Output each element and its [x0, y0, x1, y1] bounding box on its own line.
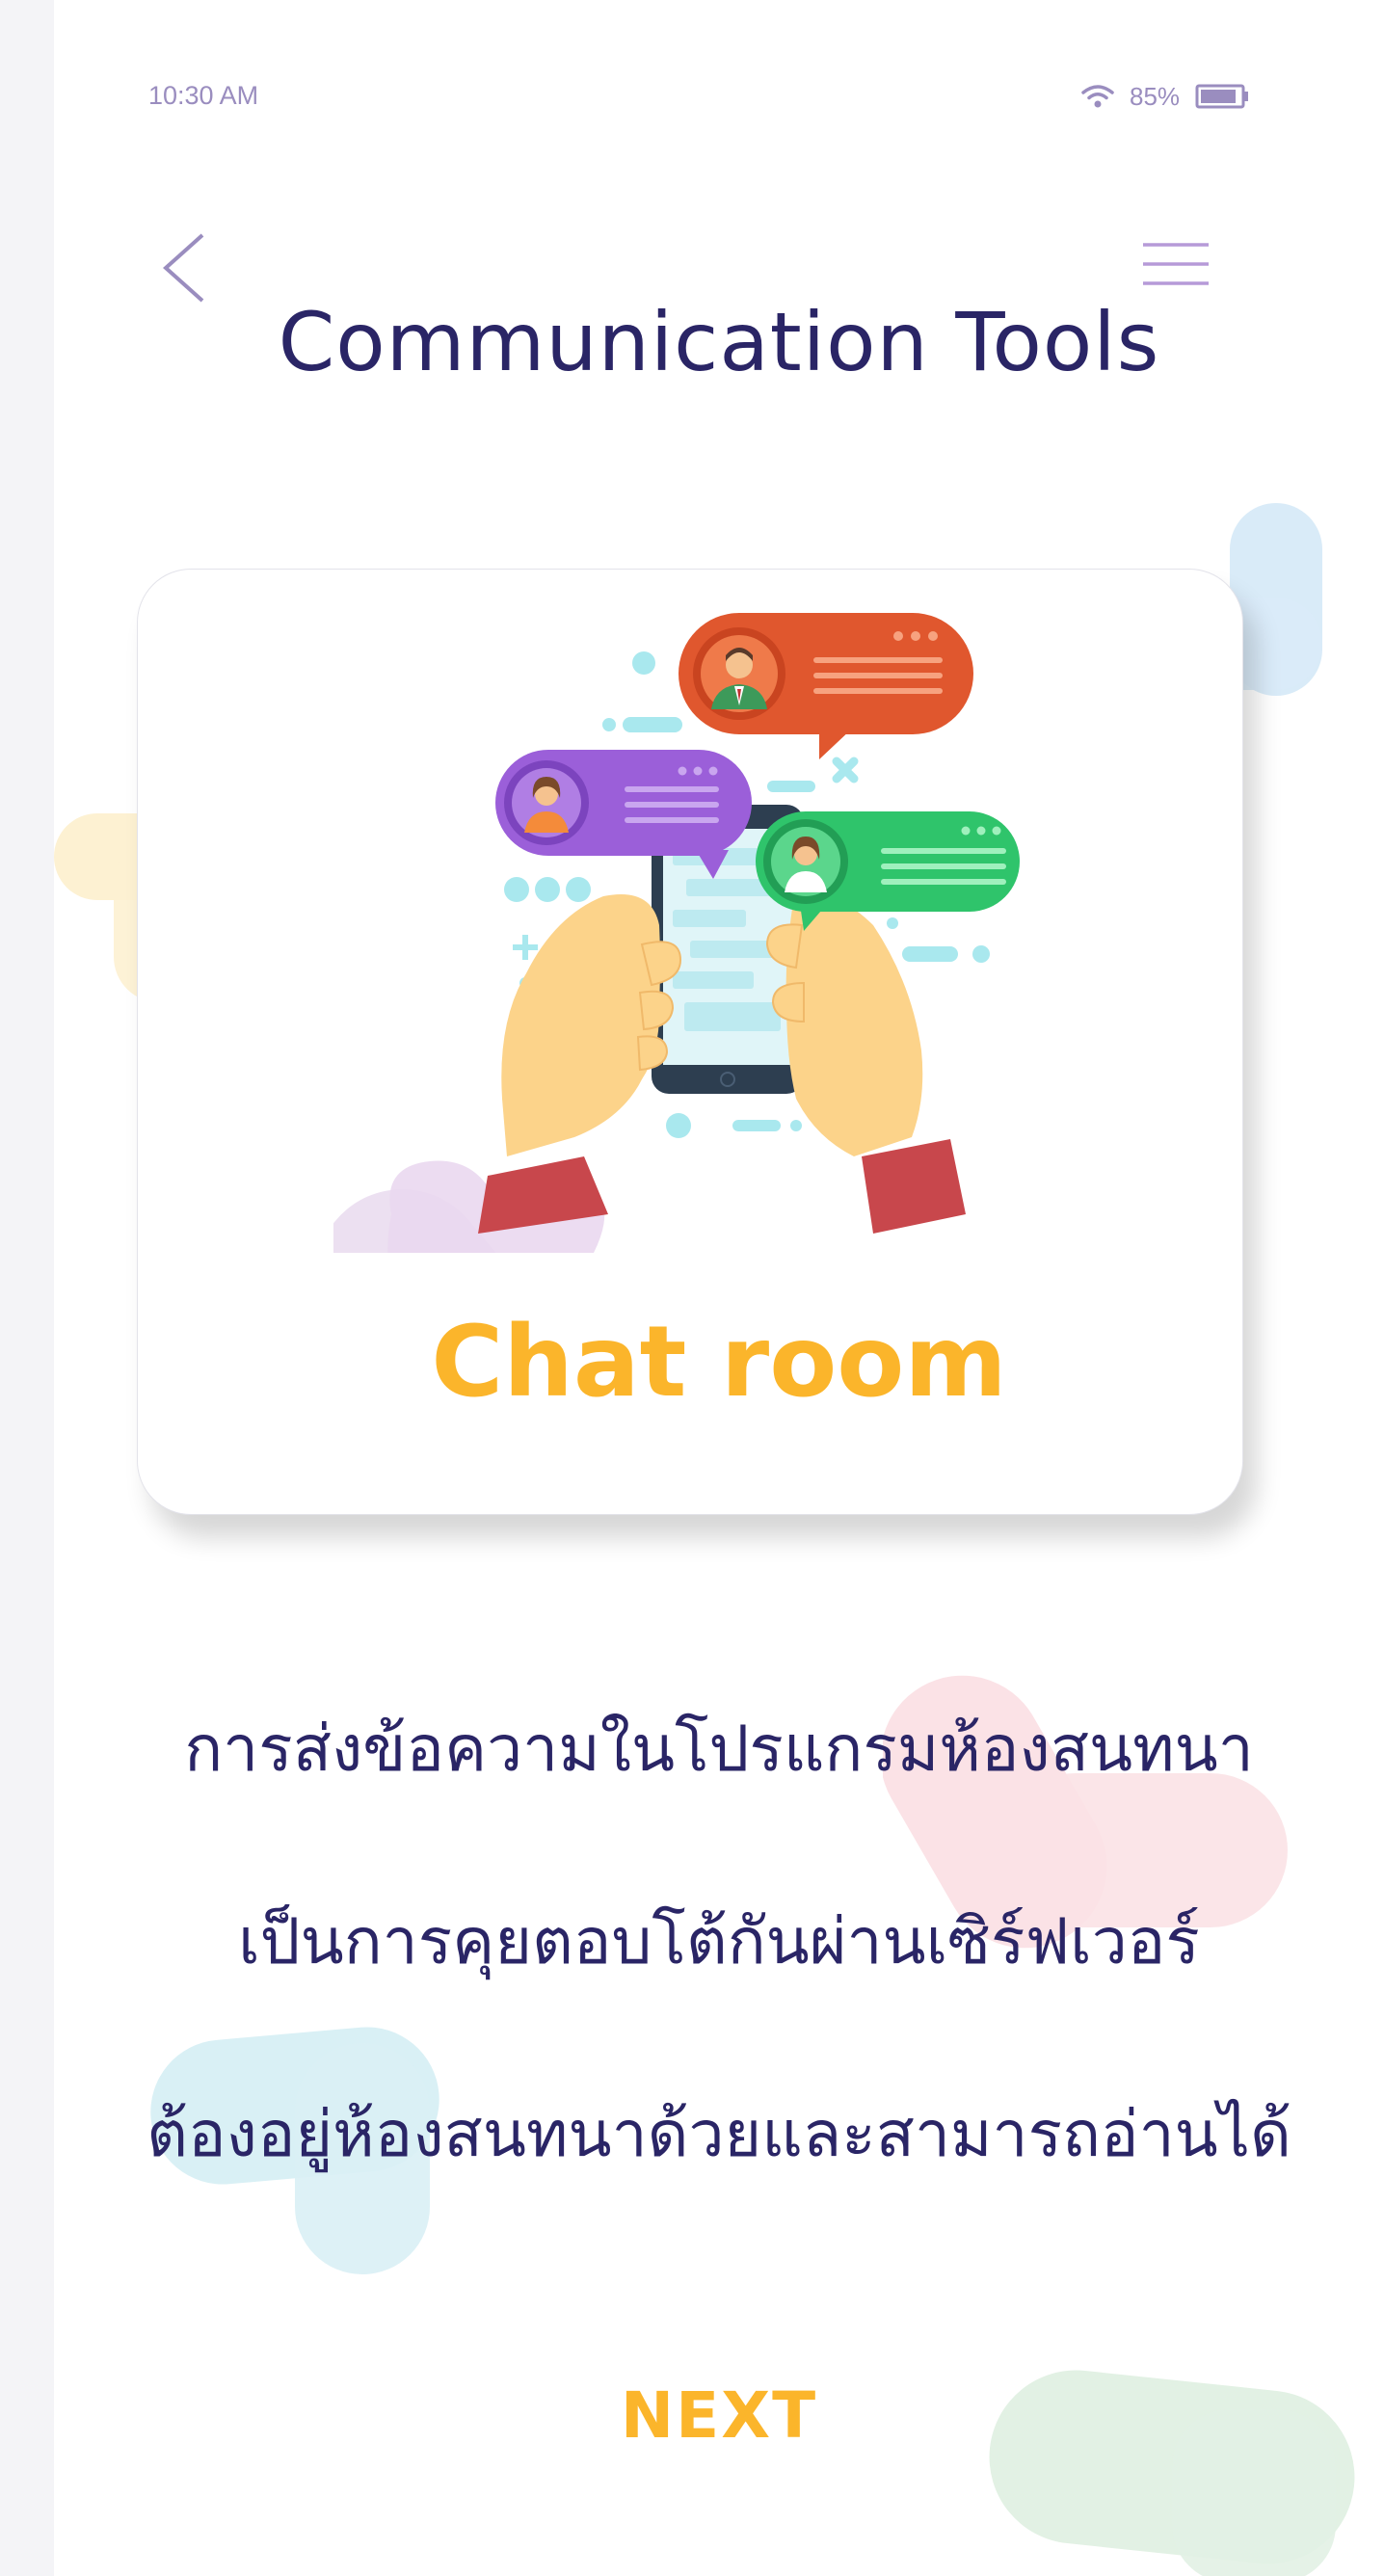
chat-room-illustration: [333, 613, 1020, 1253]
description-line-3: ต้องอยู่ห้องสนทนาด้วยและสามารถอ่านได้: [146, 2097, 1291, 2171]
screen: 10:30 AM 85% Communication Tools Chat ro…: [54, 0, 1384, 2576]
status-time: 10:30 AM: [148, 81, 259, 110]
description-line-2: เป็นการคุยตอบโต้กันผ่านเซิร์ฟเวอร์: [238, 1904, 1200, 1978]
description-line-1: การส่งข้อความในโปรแกรมห้องสนทนา: [184, 1712, 1254, 1786]
battery-icon: [1195, 84, 1249, 109]
battery-percentage: 85%: [1130, 81, 1181, 111]
next-button[interactable]: NEXT: [54, 2378, 1384, 2453]
page-title: Communication Tools: [278, 295, 1160, 389]
card-label: Chat room: [431, 1305, 1007, 1420]
wifi-icon: [1081, 85, 1114, 108]
menu-button[interactable]: [1139, 237, 1212, 291]
status-right: 85%: [1081, 77, 1251, 116]
hamburger-menu-icon: [1143, 243, 1209, 285]
